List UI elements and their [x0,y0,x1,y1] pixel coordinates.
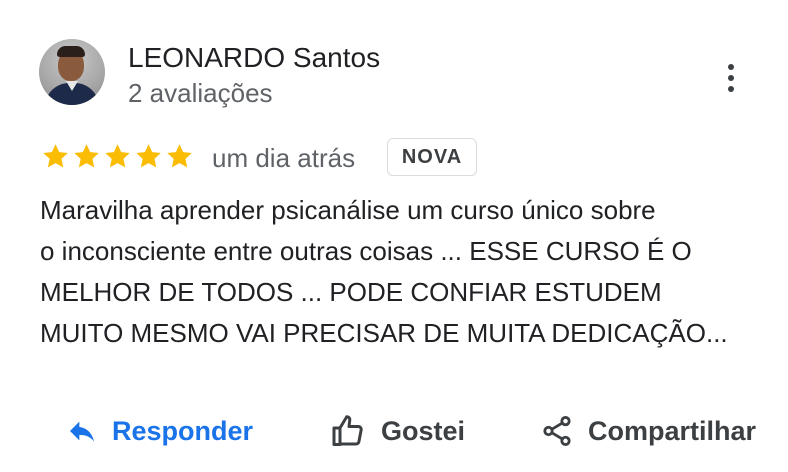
share-label: Compartilhar [588,415,757,446]
avatar-hair [57,46,85,57]
review-text-line: Maravilha aprender psicanálise um curso … [40,195,656,225]
thumbs-up-icon [332,415,363,446]
reply-button[interactable]: Responder [66,406,253,456]
review-date: um dia atrás [212,143,356,173]
share-button[interactable]: Compartilhar [540,406,756,456]
share-icon [543,415,571,447]
reply-icon [70,421,94,442]
reviewer-name[interactable]: LEONARDO Santos [128,41,380,75]
more-vert-icon[interactable] [718,58,744,98]
star-icon [74,144,99,168]
review-text-line: MUITO MESMO VAI PRECISAR DE MUITA DEDICA… [40,318,728,348]
reviewer-avatar[interactable] [39,39,105,105]
star-icon [136,144,161,168]
star-icon [105,144,130,168]
review-text-line: MELHOR DE TODOS ... PODE CONFIAR ESTUDEM [40,277,662,307]
like-button[interactable]: Gostei [331,406,465,456]
reply-label: Responder [112,415,254,446]
new-badge: NOVA [387,138,477,176]
review-actions: Responder Gostei Compartilhar [0,406,788,456]
star-icon [43,144,68,168]
review-text-line: o inconsciente entre outras coisas ... E… [40,236,692,266]
star-rating [40,141,195,173]
reviewer-review-count: 2 avaliações [128,78,273,108]
review-text: Maravilha aprender psicanálise um curso … [40,190,780,354]
like-label: Gostei [381,415,466,446]
star-icon [167,144,192,168]
